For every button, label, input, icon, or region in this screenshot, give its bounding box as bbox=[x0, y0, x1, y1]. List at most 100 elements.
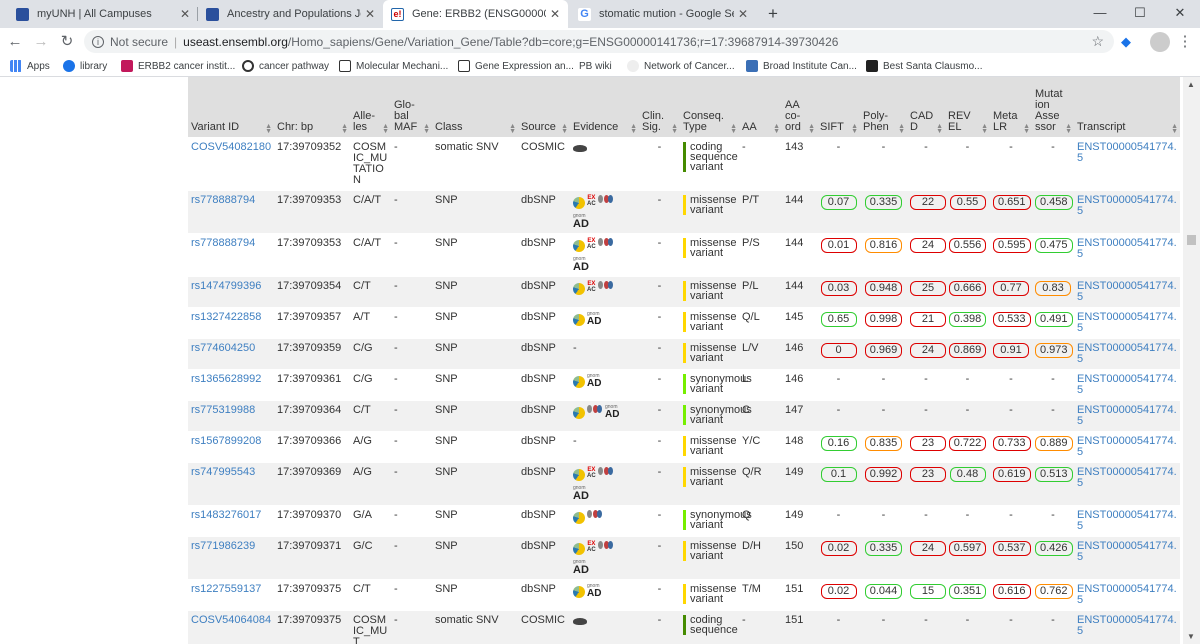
variant-id-link[interactable]: rs1365628992 bbox=[191, 373, 261, 385]
sort-icon[interactable]: ▲ ▼ bbox=[730, 123, 737, 135]
poly-score[interactable]: 0.816 bbox=[864, 237, 903, 253]
poly-score[interactable]: 0.969 bbox=[864, 342, 903, 358]
meta-score[interactable]: 0.77 bbox=[993, 280, 1029, 296]
cadd-score[interactable]: 23 bbox=[910, 466, 946, 482]
mut-score[interactable]: 0.458 bbox=[1035, 194, 1073, 210]
mut-score[interactable]: 0.491 bbox=[1035, 311, 1073, 327]
variant-id-link[interactable]: rs771986239 bbox=[191, 540, 255, 552]
bookmark-cancer-pathway[interactable]: cancer pathway bbox=[242, 58, 329, 74]
sort-icon[interactable]: ▲ ▼ bbox=[341, 123, 348, 135]
sort-icon[interactable]: ▲ ▼ bbox=[898, 123, 905, 135]
mut-score[interactable]: 0.475 bbox=[1035, 237, 1073, 253]
transcript-link[interactable]: ENST00000541774.5 bbox=[1077, 194, 1177, 217]
variant-id-link[interactable]: rs1474799396 bbox=[191, 280, 261, 292]
sift-score[interactable]: 0.65 bbox=[820, 311, 857, 327]
transcript-link[interactable]: ENST00000541774.5 bbox=[1077, 141, 1177, 164]
sort-icon[interactable]: ▲ ▼ bbox=[382, 123, 389, 135]
revel-score[interactable]: 0.351 bbox=[948, 583, 987, 599]
col-conseq-type[interactable]: Conseq. Type ▲ ▼ bbox=[680, 77, 739, 138]
col-clin-sig[interactable]: Clin. Sig. ▲ ▼ bbox=[639, 77, 680, 138]
sort-icon[interactable]: ▲ ▼ bbox=[936, 123, 943, 135]
transcript-link[interactable]: ENST00000541774.5 bbox=[1077, 435, 1177, 458]
bookmark-erbb2[interactable]: ERBB2 cancer instit... bbox=[121, 58, 235, 74]
revel-score[interactable]: 0.597 bbox=[948, 540, 987, 556]
scroll-down-icon[interactable]: ▼ bbox=[1187, 632, 1195, 641]
sift-score[interactable]: 0.1 bbox=[820, 466, 857, 482]
cadd-score[interactable]: 24 bbox=[910, 342, 946, 358]
revel-score[interactable]: 0.398 bbox=[948, 311, 987, 327]
sort-icon[interactable]: ▲ ▼ bbox=[851, 123, 858, 135]
sift-score[interactable]: 0.01 bbox=[820, 237, 857, 253]
variant-id-link[interactable]: rs1567899208 bbox=[191, 435, 261, 447]
cadd-score[interactable]: 15 bbox=[910, 583, 946, 599]
transcript-link[interactable]: ENST00000541774.5 bbox=[1077, 614, 1177, 637]
sort-icon[interactable]: ▲ ▼ bbox=[423, 123, 430, 135]
variant-id-link[interactable]: rs778888794 bbox=[191, 194, 255, 206]
col-metalr[interactable]: Meta LR ▲ ▼ bbox=[990, 77, 1032, 138]
col-polyphen[interactable]: Poly- Phen ▲ ▼ bbox=[860, 77, 907, 138]
transcript-link[interactable]: ENST00000541774.5 bbox=[1077, 540, 1177, 563]
revel-score[interactable]: 0.722 bbox=[948, 435, 987, 451]
sift-score[interactable]: 0 bbox=[820, 342, 857, 358]
col-global-maf[interactable]: Glo-bal MAF ▲ ▼ bbox=[391, 77, 432, 138]
transcript-link[interactable]: ENST00000541774.5 bbox=[1077, 373, 1177, 396]
cadd-score[interactable]: 24 bbox=[910, 237, 946, 253]
bookmark-pb-wiki[interactable]: PB wiki bbox=[579, 58, 612, 74]
sift-score[interactable]: 0.03 bbox=[820, 280, 857, 296]
scroll-up-icon[interactable]: ▲ bbox=[1187, 80, 1195, 89]
tab-ensembl-active[interactable]: e! Gene: ERBB2 (ENSG00000141736 ✕ bbox=[383, 0, 568, 28]
sort-icon[interactable]: ▲ ▼ bbox=[671, 123, 678, 135]
sort-icon[interactable]: ▲ ▼ bbox=[630, 123, 637, 135]
scrollbar-thumb[interactable] bbox=[1187, 235, 1196, 245]
sort-icon[interactable]: ▲ ▼ bbox=[1065, 123, 1072, 135]
revel-score[interactable]: 0.48 bbox=[949, 466, 986, 482]
sort-icon[interactable]: ▲ ▼ bbox=[1171, 123, 1178, 135]
bookmark-santa[interactable]: Best Santa Clausmo... bbox=[866, 58, 983, 74]
col-chr-bp[interactable]: Chr: bp ▲ ▼ bbox=[274, 77, 350, 138]
col-alleles[interactable]: Alle-les ▲ ▼ bbox=[350, 77, 391, 138]
poly-score[interactable]: 0.335 bbox=[864, 540, 903, 556]
poly-score[interactable]: 0.998 bbox=[864, 311, 903, 327]
col-source[interactable]: Source ▲ ▼ bbox=[518, 77, 570, 138]
col-evidence[interactable]: Evidence ▲ ▼ bbox=[570, 77, 639, 138]
mut-score[interactable]: 0.973 bbox=[1035, 342, 1073, 358]
revel-score[interactable]: 0.666 bbox=[948, 280, 987, 296]
variant-id-link[interactable]: COSV54082180 bbox=[191, 141, 271, 153]
transcript-link[interactable]: ENST00000541774.5 bbox=[1077, 583, 1177, 606]
variant-id-link[interactable]: rs1327422858 bbox=[191, 311, 261, 323]
tab-google-search[interactable]: G stomatic mution - Google Search ✕ bbox=[570, 0, 756, 28]
close-tab-icon[interactable]: ✕ bbox=[180, 7, 190, 21]
bookmark-star-icon[interactable]: ☆ bbox=[1091, 33, 1104, 50]
transcript-link[interactable]: ENST00000541774.5 bbox=[1077, 466, 1177, 489]
variant-id-link[interactable]: rs775319988 bbox=[191, 404, 255, 416]
poly-score[interactable]: 0.948 bbox=[864, 280, 903, 296]
revel-score[interactable]: 0.869 bbox=[948, 342, 987, 358]
meta-score[interactable]: 0.616 bbox=[993, 583, 1031, 599]
mut-score[interactable]: 0.889 bbox=[1035, 435, 1073, 451]
back-icon[interactable]: ← bbox=[6, 33, 24, 51]
sift-score[interactable]: 0.16 bbox=[820, 435, 857, 451]
sort-icon[interactable]: ▲ ▼ bbox=[265, 123, 272, 135]
meta-score[interactable]: 0.619 bbox=[993, 466, 1031, 482]
maximize-button[interactable]: ☐ bbox=[1120, 0, 1160, 28]
col-aa-coord[interactable]: AA co-ord ▲ ▼ bbox=[782, 77, 817, 138]
mut-score[interactable]: 0.83 bbox=[1035, 280, 1071, 296]
transcript-link[interactable]: ENST00000541774.5 bbox=[1077, 311, 1177, 334]
col-cadd[interactable]: CAD D ▲ ▼ bbox=[907, 77, 945, 138]
sift-score[interactable]: 0.02 bbox=[820, 583, 857, 599]
variant-id-link[interactable]: rs747995543 bbox=[191, 466, 255, 478]
revel-score[interactable]: 0.55 bbox=[949, 194, 986, 210]
poly-score[interactable]: 0.044 bbox=[864, 583, 903, 599]
sort-icon[interactable]: ▲ ▼ bbox=[773, 123, 780, 135]
col-class[interactable]: Class ▲ ▼ bbox=[432, 77, 518, 138]
extension-icon[interactable]: ◆ bbox=[1117, 33, 1135, 51]
transcript-link[interactable]: ENST00000541774.5 bbox=[1077, 509, 1177, 532]
info-icon[interactable]: i bbox=[92, 35, 104, 48]
cadd-score[interactable]: 25 bbox=[910, 280, 946, 296]
bookmark-molecular[interactable]: Molecular Mechani... bbox=[339, 58, 448, 74]
col-sift[interactable]: SIFT ▲ ▼ bbox=[817, 77, 860, 138]
variant-id-link[interactable]: rs778888794 bbox=[191, 237, 255, 249]
meta-score[interactable]: 0.91 bbox=[993, 342, 1029, 358]
meta-score[interactable]: 0.651 bbox=[993, 194, 1031, 210]
transcript-link[interactable]: ENST00000541774.5 bbox=[1077, 342, 1177, 365]
